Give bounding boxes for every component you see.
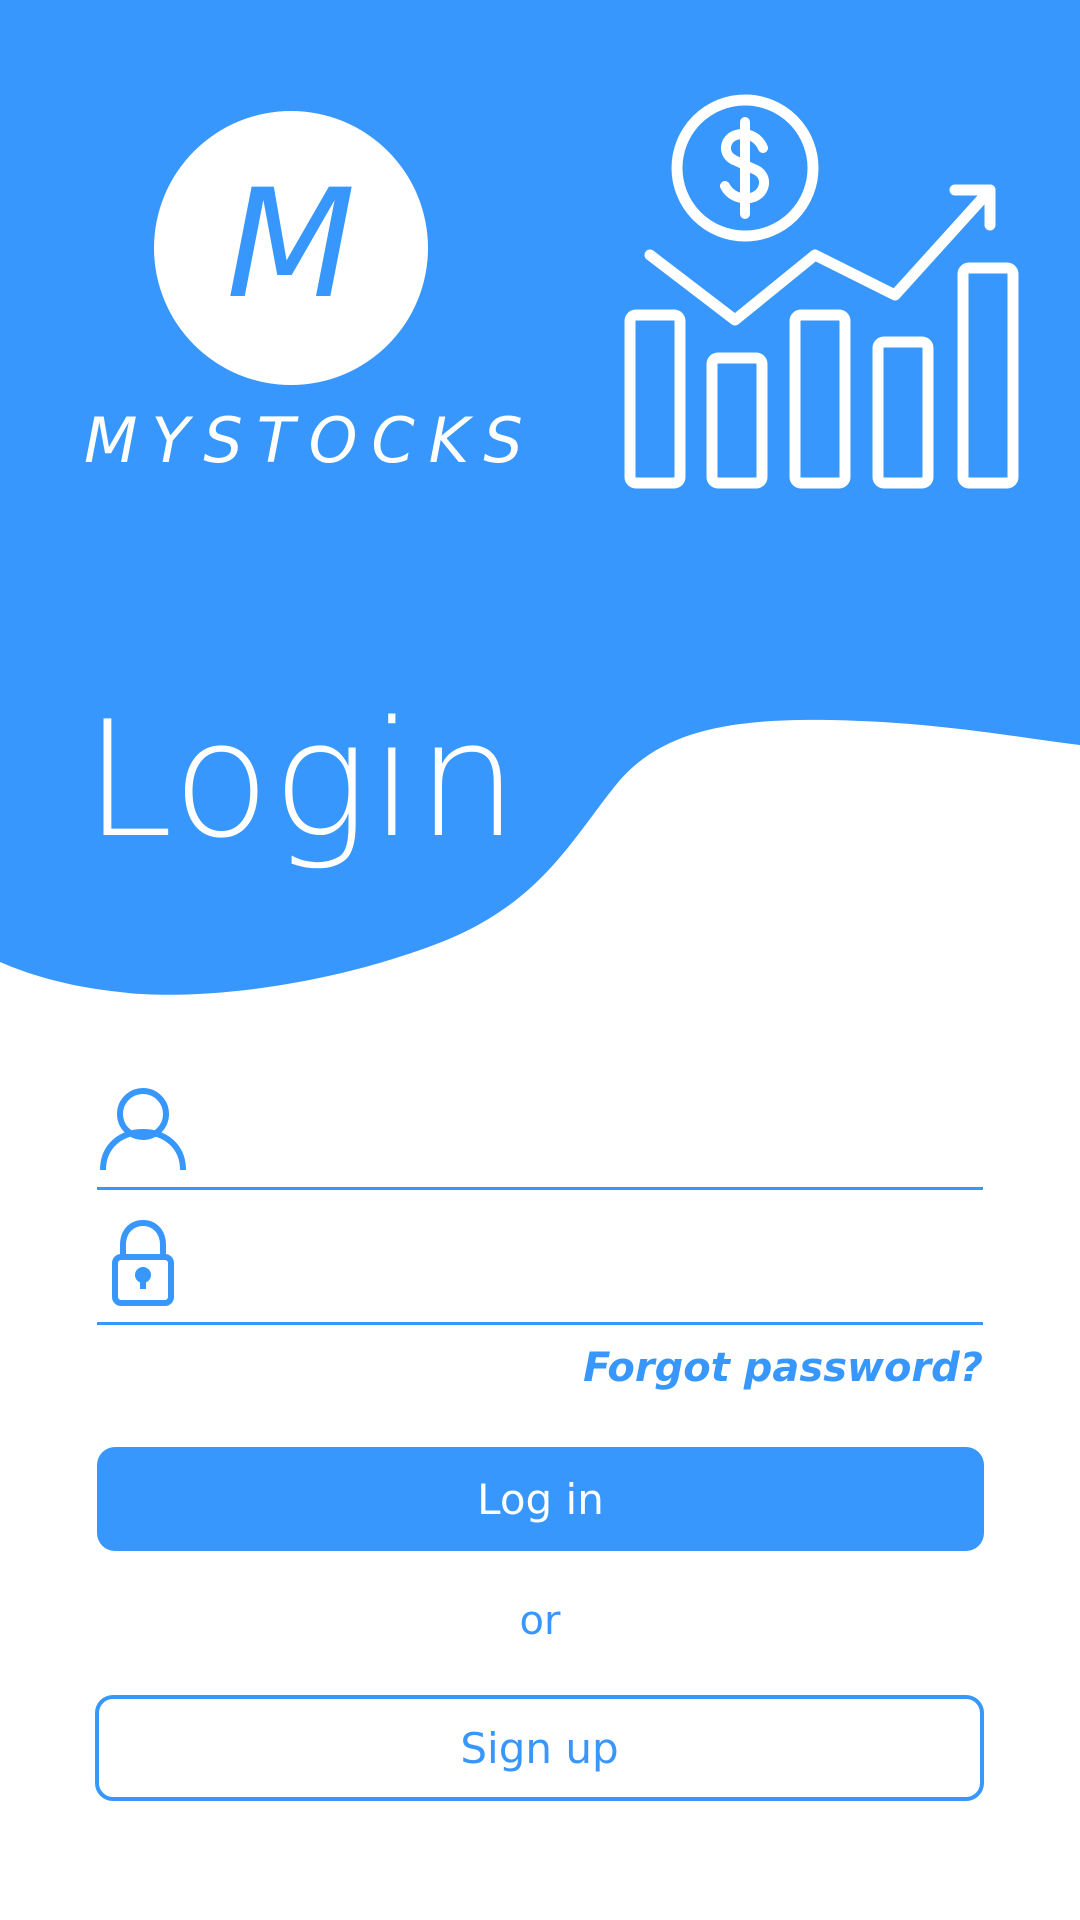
page-title: Login [84, 686, 521, 873]
brand-name: MYSTOCKS [84, 404, 537, 477]
login-screen: M MYSTOCKS Login Forgot password? Log in [0, 0, 1080, 1920]
m-logo-icon: M [226, 158, 356, 332]
lock-icon [112, 1219, 174, 1306]
password-input[interactable] [217, 1225, 983, 1307]
username-input[interactable] [217, 1090, 983, 1172]
user-icon [100, 1088, 186, 1171]
signup-button[interactable]: Sign up [95, 1695, 984, 1801]
password-field [97, 1205, 983, 1325]
login-button[interactable]: Log in [97, 1447, 984, 1551]
forgot-password-link[interactable]: Forgot password? [583, 1345, 983, 1391]
username-field [97, 1070, 983, 1190]
brand-logo: M [154, 111, 428, 385]
stock-growth-chart-icon [624, 94, 1019, 489]
or-separator: or [519, 1598, 561, 1644]
